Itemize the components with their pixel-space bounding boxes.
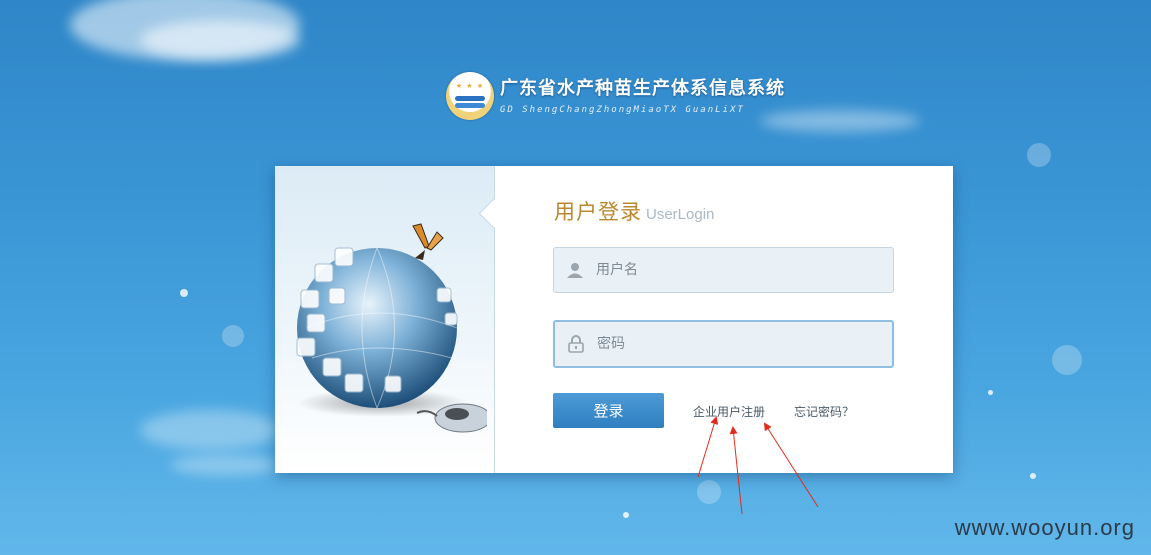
butterfly-icon <box>412 223 444 260</box>
username-field[interactable] <box>553 247 894 293</box>
lock-icon <box>555 335 597 353</box>
background-cloud <box>140 410 280 450</box>
background-bubble <box>222 325 244 347</box>
background-bubble <box>697 480 721 504</box>
login-heading: 用户登录 UserLogin <box>554 196 714 226</box>
background-dot <box>623 512 629 518</box>
background-dot <box>988 390 993 395</box>
illustration-pane <box>275 166 495 473</box>
login-title: 用户登录 <box>554 200 642 224</box>
site-titles: 广东省水产种苗生产体系信息系统 GD ShengChangZhongMiaoTX… <box>500 78 785 115</box>
login-form: 用户登录UserLogin 登录 企业用户注册 忘记密 <box>495 166 953 473</box>
watermark: www.wooyun.org <box>954 515 1135 540</box>
background-cloud <box>140 20 300 60</box>
background-dot <box>1030 473 1036 479</box>
username-input[interactable] <box>596 262 876 278</box>
site-subtitle: GD ShengChangZhongMiaoTX GuanLiXT <box>500 104 745 115</box>
background-dot <box>180 289 188 297</box>
login-button[interactable]: 登录 <box>553 393 664 428</box>
background-bubble <box>1027 143 1051 167</box>
password-input[interactable] <box>597 336 877 352</box>
site-header: ★ ★ ★ 广东省水产种苗生产体系信息系统 GD ShengChangZhong… <box>446 70 785 122</box>
emblem-logo-icon: ★ ★ ★ <box>446 72 494 120</box>
forgot-password-link[interactable]: 忘记密码？ <box>794 403 854 420</box>
user-icon <box>554 261 596 279</box>
site-title: 广东省水产种苗生产体系信息系统 <box>500 77 785 99</box>
login-title-en: UserLogin <box>646 206 715 223</box>
login-panel: 用户登录UserLogin 登录 企业用户注册 忘记密 <box>275 166 953 473</box>
background-cloud <box>170 455 280 475</box>
register-link[interactable]: 企业用户注册 <box>693 403 765 420</box>
background-bubble <box>1052 345 1082 375</box>
password-field[interactable] <box>553 320 894 368</box>
globe-puzzle-illustration-icon <box>287 218 492 448</box>
